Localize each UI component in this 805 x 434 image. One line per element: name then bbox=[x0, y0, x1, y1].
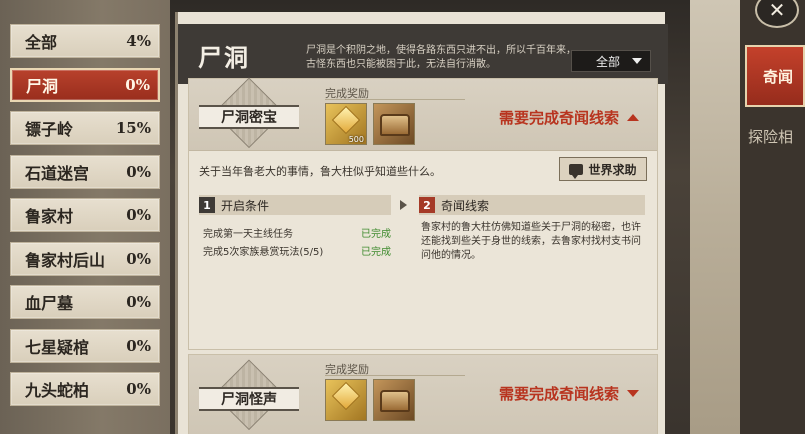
sidebar-item-label: 鲁家村 bbox=[25, 207, 74, 226]
sidebar-item-lujiacun-houshan[interactable]: 鲁家村后山 0% bbox=[10, 241, 160, 276]
treasure-chest-icon bbox=[380, 390, 410, 412]
quest-badge: 尸洞怪声 bbox=[199, 359, 299, 431]
sidebar-item-label: 七星疑棺 bbox=[25, 337, 90, 357]
page-title: 尸洞 bbox=[198, 43, 250, 72]
treasure-chest-icon bbox=[380, 114, 410, 136]
sidebar-item-label: 九头蛇柏 bbox=[25, 381, 90, 400]
quest-intro: 关于当年鲁老大的事情，鲁大柱似乎知道些什么。 bbox=[199, 165, 441, 178]
quest-card: 尸洞怪声 完成奖励 需要完成奇闻线索 bbox=[188, 354, 658, 434]
step-number: 1 bbox=[199, 197, 215, 213]
sidebar-item-label: 尸洞 bbox=[26, 76, 59, 96]
condition-text: 完成5次家族悬赏玩法(5/5) bbox=[203, 247, 324, 258]
sidebar-item-progress: 0% bbox=[126, 336, 151, 355]
quest-card-header[interactable]: 尸洞怪声 完成奖励 需要完成奇闻线索 bbox=[189, 355, 657, 434]
condition-status: 已完成 bbox=[361, 247, 391, 258]
filter-dropdown[interactable]: 全部 bbox=[571, 50, 651, 72]
sidebar-item-shidong[interactable]: 尸洞 0% bbox=[10, 67, 160, 102]
tab-qiwen[interactable]: 奇闻 bbox=[745, 45, 805, 107]
sidebar-item-progress: 0% bbox=[126, 162, 151, 181]
quest-card: 尸洞密宝 完成奖励 500 需要完成奇闻线索 关于当年鲁老大的事情，鲁大柱似乎知… bbox=[188, 77, 658, 350]
world-help-button[interactable]: 世界求助 bbox=[559, 157, 647, 181]
tab-label: 探险相 bbox=[748, 128, 794, 146]
sidebar-item-label: 鲁家村后山 bbox=[25, 250, 106, 270]
sidebar-item-label: 血尸墓 bbox=[25, 294, 74, 313]
sidebar-item-qixing[interactable]: 七星疑棺 0% bbox=[10, 328, 160, 363]
filter-value: 全部 bbox=[596, 54, 621, 69]
close-icon: ✕ bbox=[768, 0, 786, 22]
requirement-status[interactable]: 需要完成奇闻线索 bbox=[499, 383, 639, 404]
sidebar-item-xueshimu[interactable]: 血尸墓 0% bbox=[10, 285, 160, 319]
sidebar-item-label: 全部 bbox=[25, 33, 58, 52]
requirement-status[interactable]: 需要完成奇闻线索 bbox=[499, 107, 639, 128]
tab-label: 奇闻 bbox=[763, 67, 794, 86]
reward-chest-item[interactable] bbox=[373, 103, 415, 145]
sidebar-item-shidao[interactable]: 石道迷宫 0% bbox=[10, 154, 160, 189]
requirement-text: 需要完成奇闻线索 bbox=[498, 385, 619, 403]
quest-card-header[interactable]: 尸洞密宝 完成奖励 500 需要完成奇闻线索 bbox=[189, 77, 657, 151]
region-header: 尸洞 尸洞是个积阴之地，使得各路东西只进不出，所以千百年来，古怪东西也只能被困于… bbox=[178, 24, 668, 84]
divider bbox=[325, 99, 465, 100]
sidebar-item-lujiacun[interactable]: 鲁家村 0% bbox=[10, 198, 160, 232]
sidebar-item-progress: 0% bbox=[126, 206, 151, 224]
sidebar-item-progress: 15% bbox=[115, 119, 151, 137]
quest-badge: 尸洞密宝 bbox=[199, 77, 299, 149]
world-help-label: 世界求助 bbox=[588, 162, 637, 177]
reward-gold-item[interactable]: 500 bbox=[325, 103, 367, 145]
reward-gold-item[interactable] bbox=[325, 379, 367, 421]
divider bbox=[325, 375, 465, 376]
collapse-arrow-icon bbox=[627, 114, 639, 121]
sidebar-item-label: 石道迷宫 bbox=[25, 163, 90, 183]
condition-text: 完成第一天主线任务 bbox=[203, 229, 293, 240]
expand-arrow-icon bbox=[627, 390, 639, 397]
sidebar-item-biaoziling[interactable]: 镖子岭 15% bbox=[10, 111, 160, 145]
sidebar-item-progress: 0% bbox=[126, 249, 151, 268]
clue-header: 2 奇闻线索 bbox=[419, 195, 645, 215]
unlock-conditions-header: 1 开启条件 bbox=[199, 195, 391, 215]
section-title: 奇闻线索 bbox=[441, 198, 490, 213]
step-number: 2 bbox=[419, 197, 435, 213]
sidebar-item-all[interactable]: 全部 4% bbox=[10, 24, 160, 58]
tab-explore[interactable]: 探险相 bbox=[748, 126, 793, 147]
gold-gem-icon bbox=[331, 381, 361, 411]
sidebar-item-progress: 0% bbox=[126, 380, 151, 398]
chevron-down-icon bbox=[632, 58, 642, 64]
region-description: 尸洞是个积阴之地，使得各路东西只进不出，所以千百年来，古怪东西也只能被困于此，无… bbox=[306, 45, 576, 70]
sidebar: 全部 4% 尸洞 0% 镖子岭 15% 石道迷宫 0% 鲁家村 0% 鲁家村后山… bbox=[10, 24, 160, 416]
chat-bubble-icon bbox=[569, 163, 584, 179]
sidebar-item-jiutou[interactable]: 九头蛇柏 0% bbox=[10, 372, 160, 406]
arrow-right-icon bbox=[400, 200, 407, 210]
sidebar-item-progress: 0% bbox=[126, 293, 151, 311]
reward-count: 500 bbox=[348, 135, 364, 144]
section-title: 开启条件 bbox=[221, 198, 270, 213]
sidebar-item-progress: 0% bbox=[125, 75, 150, 94]
sidebar-item-progress: 4% bbox=[126, 32, 151, 50]
main-panel: 尸洞 尸洞是个积阴之地，使得各路东西只进不出，所以千百年来，古怪东西也只能被困于… bbox=[175, 12, 668, 434]
reward-chest-item[interactable] bbox=[373, 379, 415, 421]
quest-title: 尸洞怪声 bbox=[199, 387, 299, 411]
sidebar-item-label: 镖子岭 bbox=[25, 120, 74, 139]
requirement-text: 需要完成奇闻线索 bbox=[498, 109, 619, 127]
quest-title: 尸洞密宝 bbox=[199, 105, 299, 129]
clue-text: 鲁家村的鲁大柱仿佛知道些关于尸洞的秘密，也许还能找到些关于身世的线索，去鲁家村找… bbox=[421, 222, 641, 261]
gold-gem-icon bbox=[331, 105, 361, 135]
condition-status: 已完成 bbox=[361, 229, 391, 240]
